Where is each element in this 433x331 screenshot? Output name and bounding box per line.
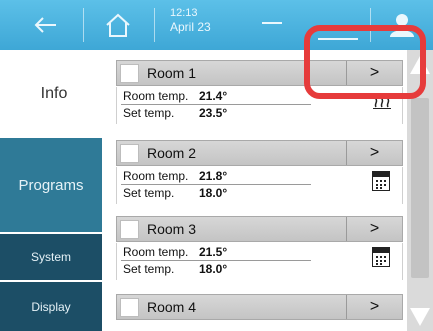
sidebar-item-system[interactable]: System (0, 234, 102, 280)
room-name: Room 1 (147, 65, 197, 81)
room-header: Room 3 > (116, 216, 403, 242)
chevron-right-icon: > (369, 64, 380, 81)
time-text: 12:13 (170, 7, 198, 19)
room-open-button[interactable]: > (346, 61, 402, 85)
divider (121, 260, 311, 261)
set-temp-label: Set temp. (123, 186, 175, 200)
set-temp-row: Set temp. 23.5° (123, 106, 227, 120)
scroll-thumb[interactable] (411, 98, 429, 278)
set-temp-value: 18.0° (199, 262, 228, 276)
separator (83, 8, 84, 42)
room-temp-row: Room temp. 21.8° (123, 169, 227, 183)
set-temp-row: Set temp. 18.0° (123, 186, 227, 200)
calendar-icon (372, 247, 390, 267)
room-checkbox[interactable] (120, 298, 139, 317)
home-icon[interactable] (102, 10, 134, 40)
scrollbar[interactable] (407, 50, 433, 331)
room-header: Room 1 > (116, 60, 403, 86)
room-name: Room 4 (147, 299, 197, 315)
date-text: April 23 (170, 20, 211, 34)
room-checkbox[interactable] (120, 144, 139, 163)
room-temp-label: Room temp. (123, 89, 189, 103)
room-header: Room 2 > (116, 140, 403, 166)
divider (121, 104, 311, 105)
set-temp-value: 18.0° (199, 186, 228, 200)
scroll-down-arrow-icon[interactable] (407, 303, 433, 331)
room-info: Room temp. 21.8° Set temp. 18.0° (116, 167, 403, 204)
chevron-right-icon: > (369, 144, 380, 161)
chevron-right-icon: > (369, 298, 380, 315)
clock-display: 12:13 April 23 (170, 6, 211, 34)
room-temp-value: 21.8° (199, 169, 228, 183)
top-bar: 12:13 April 23 (0, 0, 433, 50)
set-temp-label: Set temp. (123, 106, 175, 120)
room-open-button[interactable]: > (346, 141, 402, 165)
sidebar-item-info[interactable]: Info (0, 50, 108, 138)
room-name: Room 3 (147, 221, 197, 237)
room-checkbox[interactable] (120, 220, 139, 239)
room-name: Room 2 (147, 145, 197, 161)
room-open-button[interactable]: > (346, 295, 402, 319)
room-header: Room 4 > (116, 294, 403, 320)
scroll-up-arrow-icon[interactable] (407, 50, 433, 80)
room-info: Room temp. 21.4° Set temp. 23.5° (116, 87, 403, 124)
set-temp-value: 23.5° (199, 106, 228, 120)
separator (370, 8, 371, 42)
user-icon[interactable] (388, 12, 416, 38)
sidebar-item-display[interactable]: Display (0, 282, 102, 331)
room-info: Room temp. 21.5° Set temp. 18.0° (116, 243, 403, 280)
room-checkbox[interactable] (120, 64, 139, 83)
sidebar-item-programs[interactable]: Programs (0, 138, 102, 232)
sidebar-item-label: System (30, 250, 71, 264)
room-temp-value: 21.5° (199, 245, 228, 259)
status-dash (318, 38, 358, 40)
back-arrow-icon[interactable] (30, 13, 60, 37)
divider (121, 184, 311, 185)
sidebar-item-label: Display (31, 299, 71, 314)
room-temp-label: Room temp. (123, 169, 189, 183)
room-temp-row: Room temp. 21.5° (123, 245, 227, 259)
separator (154, 8, 155, 42)
sidebar-item-label: Info (40, 85, 68, 102)
chevron-right-icon: > (369, 220, 380, 237)
calendar-icon (372, 171, 390, 191)
set-temp-label: Set temp. (123, 262, 175, 276)
room-temp-label: Room temp. (123, 245, 189, 259)
set-temp-row: Set temp. 18.0° (123, 262, 227, 276)
room-open-button[interactable]: > (346, 217, 402, 241)
heating-icon (373, 92, 391, 112)
status-dash (262, 22, 282, 24)
sidebar-item-label: Programs (18, 176, 84, 194)
room-temp-value: 21.4° (199, 89, 228, 103)
room-temp-row: Room temp. 21.4° (123, 89, 227, 103)
